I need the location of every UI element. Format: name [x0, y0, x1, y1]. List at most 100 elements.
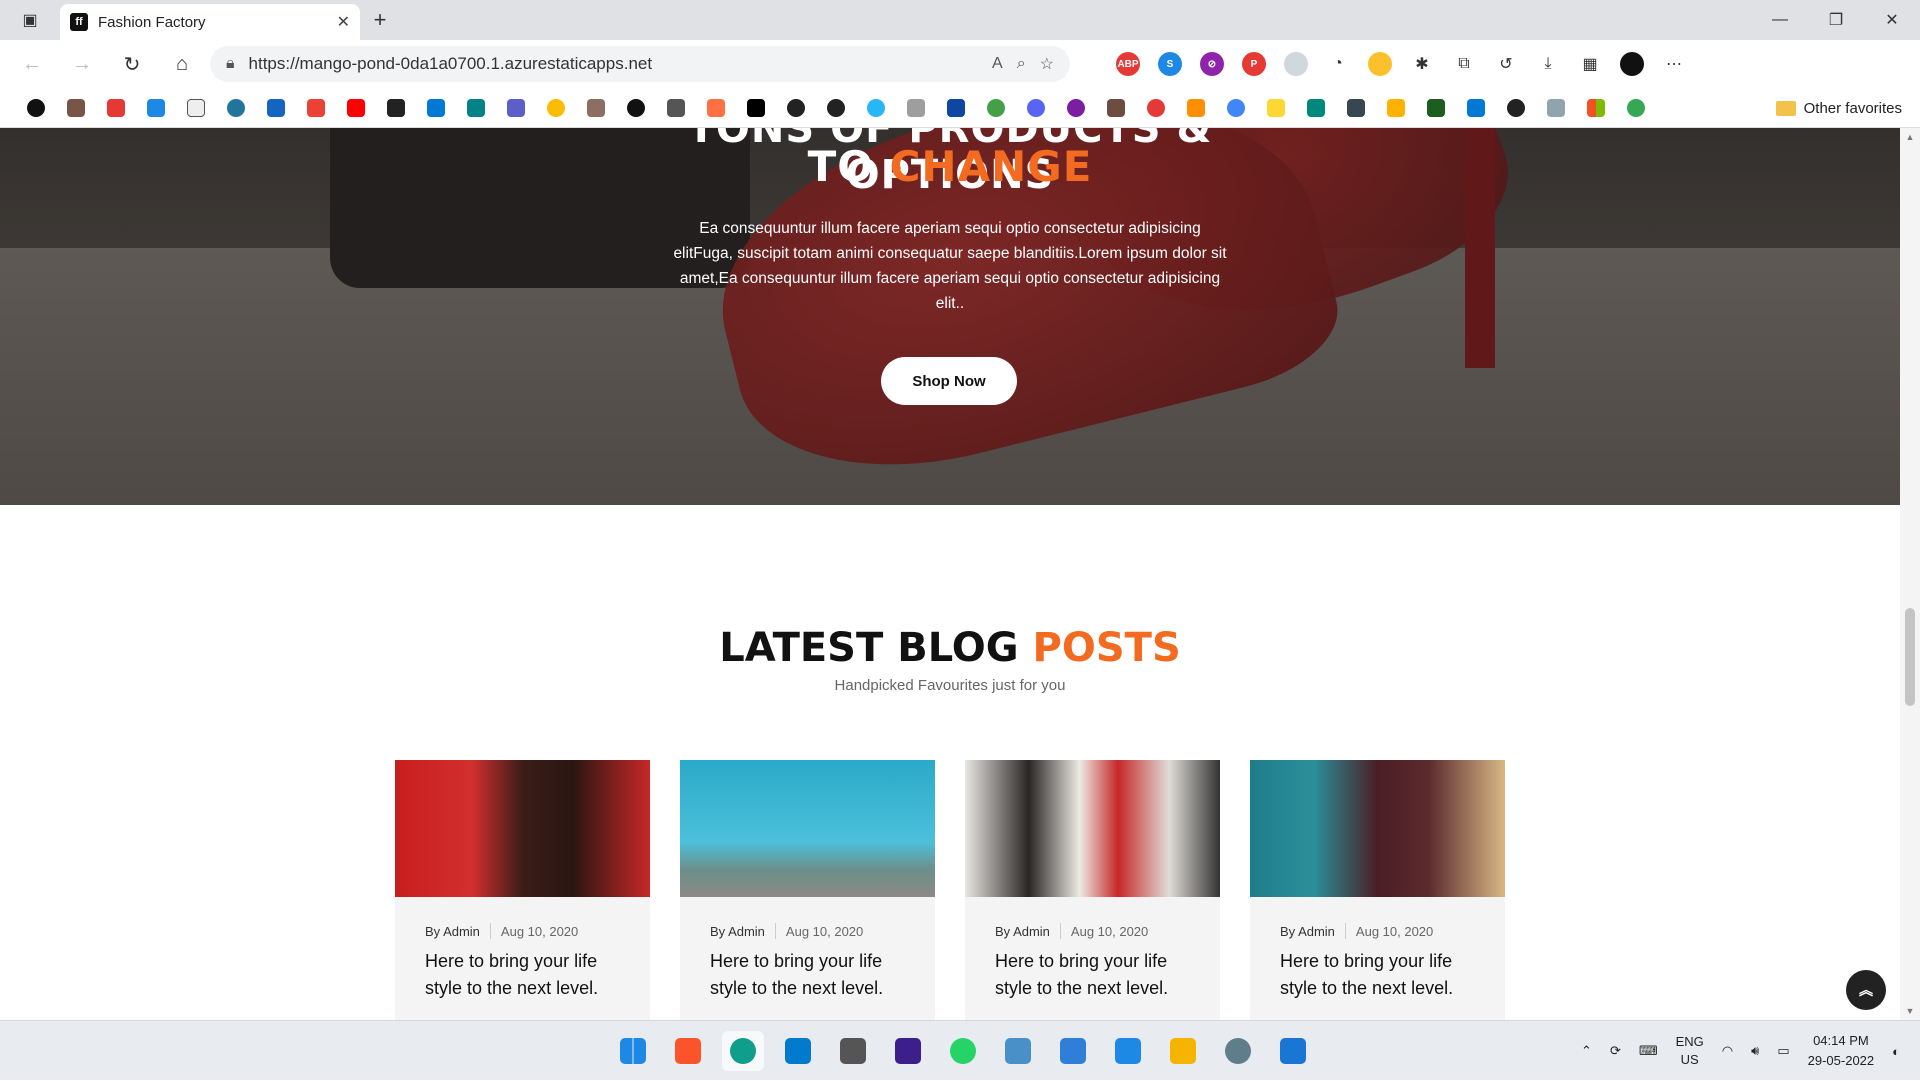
bookmark-icon[interactable] — [1336, 88, 1376, 128]
github-icon[interactable] — [816, 88, 856, 128]
vscode-icon[interactable] — [777, 1031, 819, 1071]
bookmark-icon[interactable] — [1376, 88, 1416, 128]
photos-icon[interactable] — [1272, 1031, 1314, 1071]
forward-icon[interactable]: → — [60, 46, 104, 82]
extension-icon[interactable] — [1284, 52, 1308, 76]
start-icon[interactable] — [612, 1031, 654, 1071]
minimize-icon[interactable]: — — [1752, 0, 1808, 40]
settings-icon[interactable] — [1217, 1031, 1259, 1071]
scroll-to-top-button[interactable]: ︽ — [1846, 970, 1886, 1010]
notifications-icon[interactable]: ◐ — [1892, 1044, 1900, 1059]
blog-card-image[interactable] — [680, 760, 935, 897]
bookmark-icon[interactable] — [976, 88, 1016, 128]
discord-icon[interactable] — [1016, 88, 1056, 128]
bookmark-icon[interactable] — [1256, 88, 1296, 128]
bookmark-icon[interactable] — [416, 88, 456, 128]
shazam-icon[interactable]: S — [1158, 52, 1182, 76]
bookmark-icon[interactable] — [536, 88, 576, 128]
color-picker-icon[interactable] — [1368, 52, 1392, 76]
keyboard-icon[interactable]: ⌨ — [1639, 1043, 1658, 1059]
amazon-music-icon[interactable] — [887, 1031, 929, 1071]
bookmark-icon[interactable] — [616, 88, 656, 128]
azure-icon[interactable] — [1456, 88, 1496, 128]
bookmark-icon[interactable] — [1176, 88, 1216, 128]
other-favorites[interactable]: Other favorites — [1775, 88, 1902, 128]
bookmark-icon[interactable] — [656, 88, 696, 128]
bookmark-icon[interactable] — [56, 88, 96, 128]
history-icon[interactable]: ↺ — [1494, 52, 1518, 76]
microsoft-icon[interactable] — [1576, 88, 1616, 128]
scroll-down-icon[interactable]: ▼ — [1900, 1002, 1920, 1020]
bookmark-icon[interactable] — [936, 88, 976, 128]
whatsapp-icon[interactable] — [942, 1031, 984, 1071]
bookmark-icon[interactable] — [376, 88, 416, 128]
bookmark-icon[interactable] — [176, 88, 216, 128]
back-icon[interactable]: ← — [10, 46, 54, 82]
tab-actions-icon[interactable]: ▣ — [0, 0, 60, 40]
chevron-up-icon[interactable]: ⌃ — [1581, 1043, 1592, 1059]
blog-card[interactable]: By Admin Aug 10, 2020 Here to bring your… — [1250, 760, 1505, 1020]
scrollbar-thumb[interactable] — [1905, 608, 1915, 706]
url-field[interactable]: 🔒︎ https://mango-pond-0da1a0700.1.azures… — [210, 46, 1070, 82]
blog-card-title[interactable]: Here to bring your life style to the nex… — [1280, 948, 1480, 1002]
close-tab-icon[interactable]: ✕ — [337, 12, 350, 32]
blog-card-title[interactable]: Here to bring your life style to the nex… — [995, 948, 1195, 1002]
bookmark-icon[interactable] — [256, 88, 296, 128]
blog-card-image[interactable] — [965, 760, 1220, 897]
blog-card-author[interactable]: By Admin — [1280, 924, 1335, 939]
bookmark-icon[interactable] — [336, 88, 376, 128]
refresh-icon[interactable]: ↻ — [110, 46, 154, 82]
zoom-icon[interactable]: ⌕ — [1017, 55, 1026, 73]
blog-card-author[interactable]: By Admin — [425, 924, 480, 939]
bookmark-icon[interactable] — [216, 88, 256, 128]
lock-icon[interactable]: 🔒︎ — [226, 55, 235, 73]
notepad-icon[interactable] — [1052, 1031, 1094, 1071]
blog-card-author[interactable]: By Admin — [710, 924, 765, 939]
bookmark-icon[interactable] — [896, 88, 936, 128]
blog-card[interactable]: By Admin Aug 10, 2020 Here to bring your… — [680, 760, 935, 1020]
bookmark-icon[interactable] — [1416, 88, 1456, 128]
telegram-icon[interactable] — [856, 88, 896, 128]
blog-card-title[interactable]: Here to bring your life style to the nex… — [710, 948, 910, 1002]
camera-icon[interactable] — [832, 1031, 874, 1071]
close-window-icon[interactable]: ✕ — [1864, 0, 1920, 40]
adblock-icon[interactable]: ABP — [1116, 52, 1140, 76]
google-icon[interactable] — [1216, 88, 1256, 128]
browser-tab[interactable]: ff Fashion Factory ✕ — [60, 4, 360, 40]
google-icon[interactable] — [1616, 88, 1656, 128]
blog-card-image[interactable] — [1250, 760, 1505, 897]
blog-card-author[interactable]: By Admin — [995, 924, 1050, 939]
block-icon[interactable]: ⊘ — [1200, 52, 1224, 76]
download-icon[interactable]: ⤓ — [1536, 52, 1560, 76]
bookmark-icon[interactable] — [1496, 88, 1536, 128]
blog-card-title[interactable]: Here to bring your life style to the nex… — [425, 948, 625, 1002]
blog-card[interactable]: By Admin Aug 10, 2020 Here to bring your… — [965, 760, 1220, 1020]
bookmark-icon[interactable] — [1136, 88, 1176, 128]
bookmark-icon[interactable] — [1296, 88, 1336, 128]
volume-icon[interactable]: 🔊︎ — [1751, 1043, 1759, 1059]
bookmark-icon[interactable] — [1056, 88, 1096, 128]
bookmark-icon[interactable] — [736, 88, 776, 128]
puzzle-icon[interactable]: ✱ — [1410, 52, 1434, 76]
monitor-icon[interactable] — [997, 1031, 1039, 1071]
battery-icon[interactable]: ▭ — [1777, 1043, 1789, 1059]
bookmark-icon[interactable] — [96, 88, 136, 128]
bookmark-icon[interactable] — [496, 88, 536, 128]
bookmark-icon[interactable] — [696, 88, 736, 128]
bookmark-icon[interactable] — [1096, 88, 1136, 128]
wifi-icon[interactable]: ◠ — [1722, 1043, 1733, 1059]
app-icon[interactable] — [1107, 1031, 1149, 1071]
shop-now-button[interactable]: Shop Now — [881, 357, 1017, 405]
avatar[interactable] — [1620, 52, 1644, 76]
bookmark-icon[interactable] — [1536, 88, 1576, 128]
edge-icon[interactable] — [722, 1031, 764, 1071]
more-menu-icon[interactable]: ⋯ — [1662, 52, 1686, 76]
clock[interactable]: 04:14 PM 29-05-2022 — [1808, 1031, 1875, 1071]
page-scrollbar[interactable]: ▲ ▼ — [1900, 128, 1920, 1020]
scroll-up-icon[interactable]: ▲ — [1900, 128, 1920, 146]
bookmark-icon[interactable] — [296, 88, 336, 128]
collections-icon[interactable]: ⧉ — [1452, 52, 1476, 76]
bookmark-icon[interactable] — [136, 88, 176, 128]
home-icon[interactable]: ⌂ — [160, 46, 204, 82]
blog-card[interactable]: By Admin Aug 10, 2020 Here to bring your… — [395, 760, 650, 1020]
